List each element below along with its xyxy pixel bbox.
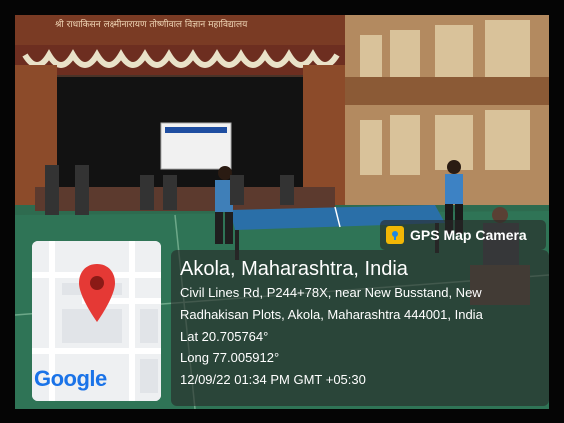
longitude: Long 77.005912° [180, 350, 280, 365]
address-line-2: Radhakisan Plots, Akola, Maharashtra 444… [180, 307, 483, 322]
address-line-1: Civil Lines Rd, P244+78X, near New Busst… [180, 285, 482, 300]
datetime: 12/09/22 01:34 PM GMT +05:30 [180, 372, 366, 387]
right-pillar [303, 65, 345, 205]
google-logo: Google [34, 366, 107, 391]
stage-banner-text: श्री राधाकिसन लक्ष्मीनारायण तोष्णीवाल वि… [55, 20, 248, 30]
map-pin-icon [77, 264, 117, 322]
gps-map-camera-icon [386, 226, 404, 244]
wall-strip [345, 77, 549, 105]
gps-map-camera-label: GPS Map Camera [410, 227, 527, 243]
gps-map-camera-tag: GPS Map Camera [380, 220, 546, 250]
latitude: Lat 20.705764° [180, 329, 269, 344]
location-title: Akola, Maharashtra, India [180, 258, 408, 280]
